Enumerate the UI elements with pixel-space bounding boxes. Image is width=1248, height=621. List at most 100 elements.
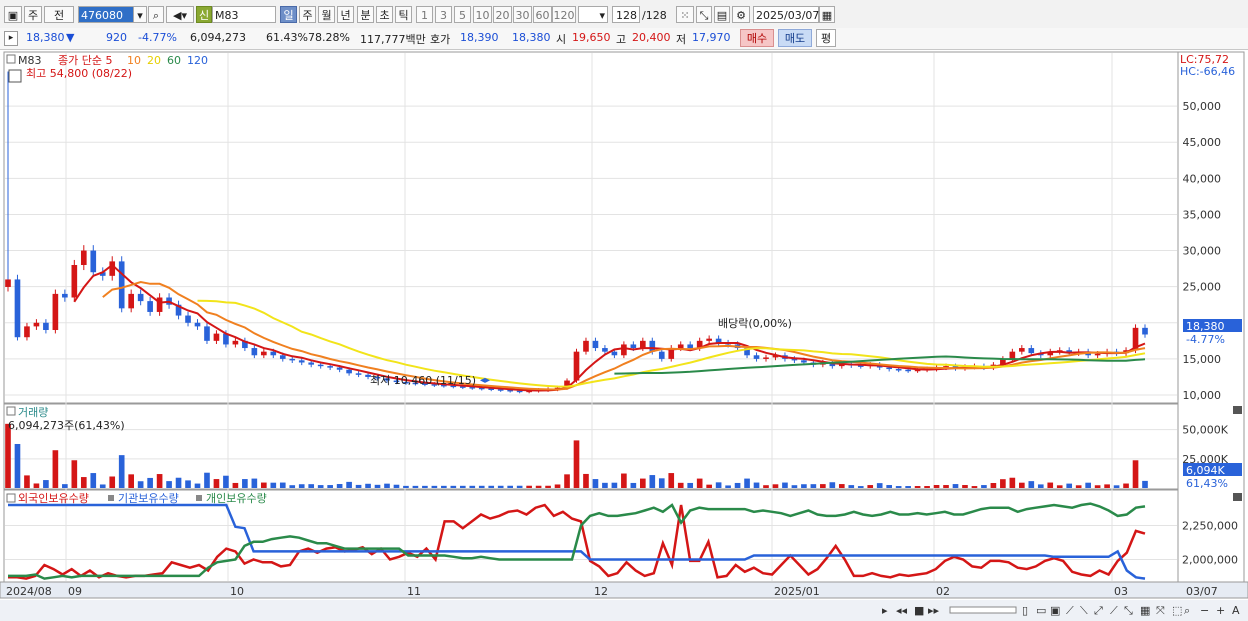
volume-panel-toggle-icon[interactable] [6,406,16,416]
volume-bar [640,478,646,488]
stop-icon[interactable]: ■ [914,604,924,617]
volume-bar [488,485,495,488]
interval-1-button[interactable]: 1 [416,6,433,23]
volume-bar [5,423,11,488]
candle-body [90,250,97,273]
volume-panel-close-icon[interactable] [1233,406,1242,414]
volume-bar [298,484,305,488]
export-icon[interactable]: ⬚ [1172,604,1182,617]
fast-forward-icon[interactable]: ▸▸ [928,604,940,617]
save-icon[interactable]: ▤ [714,6,730,23]
current-price-tag-text: 18,380 [1186,320,1225,333]
gear-icon[interactable]: ⚙ [732,6,750,23]
calendar-icon[interactable]: ▦ [819,6,835,23]
candle-body [753,355,760,359]
volume-bar [1142,480,1148,488]
interval-30-button[interactable]: 30 [513,6,532,23]
stock-name-field[interactable]: M83 [212,6,276,23]
volume-bar [431,485,438,488]
trade-volume: 6,094,273 [190,31,246,44]
zoom-in-button[interactable]: + [1216,604,1225,617]
auto-scale-button[interactable]: A [1232,604,1240,617]
interval-10-button[interactable]: 10 [473,6,492,23]
period-month-button[interactable]: 월 [318,6,335,23]
sell-button[interactable]: 매도 [778,29,812,47]
period-minute-button[interactable]: 분 [357,6,374,23]
candle-body [602,348,608,352]
mode-prev-button[interactable]: 전 [44,6,74,23]
interval-60-button[interactable]: 60 [533,6,552,23]
search-icon[interactable]: ⌕ [148,6,164,23]
holdings-panel-close-icon[interactable] [1233,493,1242,501]
quote-expand-icon[interactable]: ▸ [4,31,18,46]
volume-bar [279,482,286,488]
interval-3-button[interactable]: 3 [435,6,452,23]
layout-icon-1[interactable]: ▯ [1022,604,1028,617]
draw-angle-icon[interactable]: ⟍ [1080,604,1088,617]
volume-bar [412,485,419,488]
candle-body [33,322,40,327]
interval-5-button[interactable]: 5 [454,6,471,23]
bid-price: 18,380 [512,31,551,44]
high-note: 최고 54,800 (08/22) [26,67,132,80]
candle-body [905,369,911,372]
volume-bar [1123,483,1129,488]
chart-canvas[interactable]: 10,00015,00020,00025,00030,00035,00040,0… [0,50,1248,621]
speaker-icon[interactable]: ◀▾ [166,6,194,23]
ma-period-20: 20 [147,54,161,67]
draw-tool-icon-4[interactable]: ⤡ [1124,604,1133,617]
volume-bar [933,485,940,488]
volume-bar [820,484,826,488]
window-menu-icon[interactable]: ▣ [4,6,22,23]
period-year-button[interactable]: 년 [337,6,354,23]
date-input[interactable]: 2025/03/07 [753,6,819,23]
copy-icon[interactable]: ▦ [1140,604,1150,617]
zoom-out-button[interactable]: − [1200,604,1209,617]
rewind-icon[interactable]: ◂◂ [896,604,908,617]
period-week-button[interactable]: 주 [299,6,316,23]
volume-ratio: 61.43% [266,31,308,44]
price-panel-name: M83 [18,54,42,67]
draw-tool-icon-3[interactable]: ⟋ [1110,604,1118,617]
period-day-button[interactable]: 일 [280,6,297,23]
ma-label: 종가 단순 5 [58,54,112,67]
eval-button[interactable]: 평 [816,29,836,47]
price-tick-label: 30,000 [1183,245,1222,258]
layout-icon-2[interactable]: ▭ [1036,604,1046,617]
volume-bar [668,473,675,488]
play-right-icon[interactable]: ▸ [882,604,888,617]
price-tick-label: 15,000 [1183,353,1222,366]
price-tick-label: 45,000 [1183,136,1222,149]
volume-bar [43,480,49,488]
new-badge: 신 [196,6,212,23]
zoom-search-icon[interactable]: ⌕ [1184,604,1190,617]
mode-primary-button[interactable]: 주 [24,6,42,23]
buy-button[interactable]: 매수 [740,29,774,47]
volume-bar [744,478,750,488]
interval-20-button[interactable]: 20 [493,6,512,23]
toolbar: ▣ 주 전 476080 ▾ ⌕ ◀▾ 신 M83 일 주 월 년 분 초 틱 … [0,0,1248,29]
trade-amount: 117,777백만 [360,33,426,46]
stock-code-dropdown-icon[interactable]: ▾ [133,6,147,23]
panel-toggle-icon[interactable] [6,54,16,64]
candle-body [763,357,769,359]
candle-body [232,340,239,345]
holdings-panel-toggle-icon[interactable] [6,493,16,503]
volume-bar [886,485,892,488]
draw-tool-icon[interactable]: ⤡ [696,6,712,23]
interval-120-button[interactable]: 120 [552,6,576,23]
scroll-track[interactable] [949,606,1017,614]
crosshair-icon[interactable]: ⤧ [1156,604,1165,617]
price-tick-label: 10,000 [1183,389,1222,402]
layout-icon-3[interactable]: ▣ [1050,604,1060,617]
volume-bar [194,483,201,488]
period-tick-button[interactable]: 틱 [395,6,412,23]
period-second-button[interactable]: 초 [376,6,393,23]
draw-tool-icon-2[interactable]: ⤢ [1094,604,1103,617]
calendar-small-icon[interactable] [8,69,22,83]
stock-code-input[interactable]: 476080 [78,6,134,23]
interval-dropdown[interactable]: ▾ [578,6,608,23]
count-input[interactable]: 128 [612,6,640,23]
grid-dots-icon[interactable]: ⁙ [676,6,694,23]
draw-line-icon[interactable]: ⟋ [1066,604,1074,617]
